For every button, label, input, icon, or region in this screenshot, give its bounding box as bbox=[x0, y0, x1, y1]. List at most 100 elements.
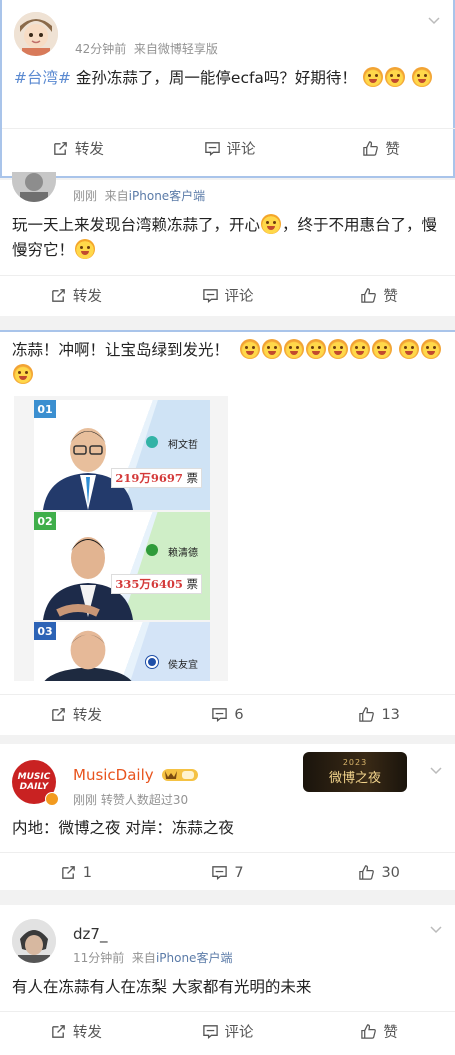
candidate-name: 侯友宜 bbox=[168, 660, 198, 671]
event-banner[interactable]: 2023 微博之夜 bbox=[303, 752, 407, 792]
banner-title: 微博之夜 bbox=[328, 771, 381, 786]
post-meta: 刚刚 转赞人数超过30 bbox=[73, 791, 188, 808]
vip-badge-icon bbox=[162, 767, 199, 783]
vote-count: 219万9697 票 bbox=[111, 468, 202, 488]
emoji-icon bbox=[327, 339, 348, 359]
emoji-icon bbox=[362, 67, 383, 87]
chevron-down-icon[interactable] bbox=[429, 764, 443, 778]
source-link[interactable]: iPhone客户端 bbox=[156, 951, 233, 965]
action-bar: 转发 评论 赞 bbox=[2, 128, 455, 168]
source-link[interactable]: iPhone客户端 bbox=[129, 189, 206, 203]
action-bar: 1 7 30 bbox=[0, 852, 455, 892]
candidate-photo bbox=[44, 630, 132, 681]
vote-count: 335万6405 票 bbox=[111, 574, 202, 594]
thumbs-up-icon bbox=[359, 707, 375, 722]
share-icon bbox=[52, 708, 65, 721]
author-name[interactable]: MusicDaily bbox=[73, 766, 154, 784]
post-time: 刚刚 bbox=[73, 793, 98, 807]
banner-year: 2023 bbox=[342, 758, 368, 767]
like-button[interactable]: 赞 bbox=[303, 1012, 455, 1051]
thumbs-up-icon bbox=[363, 141, 379, 156]
emoji-icon bbox=[305, 339, 326, 359]
chevron-down-icon[interactable] bbox=[429, 923, 443, 937]
post-2: 刚刚 来自iPhone客户端 玩一天上来发现台湾赖冻蒜了，开心 ，终于不用惠台了，… bbox=[0, 172, 455, 316]
party-badge-icon bbox=[146, 656, 158, 668]
post-time: 42分钟前 bbox=[75, 42, 127, 56]
emoji-icon bbox=[371, 339, 392, 359]
post-source: 来自微博轻享版 bbox=[133, 42, 218, 56]
topic-link[interactable]: #台湾# bbox=[14, 69, 71, 87]
emoji-icon bbox=[283, 339, 304, 359]
candidate-card: 01 柯文哲 219万9697 票 bbox=[34, 400, 210, 510]
emoji-icon bbox=[349, 339, 370, 359]
share-icon bbox=[54, 142, 67, 155]
like-button[interactable]: 30 bbox=[303, 853, 455, 892]
party-badge-icon bbox=[146, 544, 158, 556]
comment-icon bbox=[212, 708, 228, 723]
post-source: 转赞人数超过30 bbox=[100, 793, 189, 807]
avatar[interactable] bbox=[12, 919, 56, 963]
candidate-name: 赖清德 bbox=[168, 548, 198, 559]
post-meta: 42分钟前 来自微博轻享版 bbox=[75, 40, 218, 57]
thumbs-up-icon bbox=[361, 288, 377, 303]
post-meta: 刚刚 来自iPhone客户端 bbox=[73, 189, 206, 203]
action-bar: 转发 评论 赞 bbox=[0, 1011, 455, 1051]
repost-button[interactable]: 转发 bbox=[0, 695, 152, 734]
emoji-icon bbox=[398, 339, 419, 359]
avatar[interactable] bbox=[12, 172, 56, 202]
avatar[interactable] bbox=[14, 12, 58, 56]
candidate-photo bbox=[43, 428, 133, 510]
post-text: 冻蒜！冲啊！让宝岛绿到发光！ bbox=[12, 338, 442, 388]
repost-button[interactable]: 转发 bbox=[0, 276, 152, 315]
comment-icon bbox=[202, 1025, 218, 1040]
share-icon bbox=[61, 866, 75, 879]
emoji-icon bbox=[75, 239, 96, 259]
repost-button[interactable]: 转发 bbox=[2, 129, 154, 168]
comment-button[interactable]: 评论 bbox=[152, 1012, 304, 1051]
comment-button[interactable]: 6 bbox=[152, 695, 304, 734]
comment-icon bbox=[204, 142, 220, 157]
thumbs-up-icon bbox=[359, 865, 375, 880]
comment-button[interactable]: 7 bbox=[152, 853, 304, 892]
like-button[interactable]: 13 bbox=[303, 695, 455, 734]
repost-button[interactable]: 1 bbox=[0, 853, 152, 892]
author-row: MusicDaily bbox=[73, 766, 199, 784]
comment-icon bbox=[212, 866, 228, 881]
repost-button[interactable]: 转发 bbox=[0, 1012, 152, 1051]
post-5: dz7_ 11分钟前 来自iPhone客户端 有人在冻蒜有人在冻梨 大家都有光明… bbox=[0, 905, 455, 1055]
post-text: #台湾# 金孙冻蒜了，周一能停ecfa吗？好期待！ bbox=[14, 66, 444, 91]
comment-button[interactable]: 评论 bbox=[152, 276, 304, 315]
candidate-name: 柯文哲 bbox=[168, 440, 198, 451]
like-button[interactable]: 赞 bbox=[305, 129, 455, 168]
share-icon bbox=[52, 1025, 65, 1038]
author-name[interactable]: dz7_ bbox=[73, 925, 107, 943]
post-text: 有人在冻蒜有人在冻梨 大家都有光明的未来 bbox=[12, 978, 312, 996]
emoji-icon bbox=[13, 364, 33, 384]
post-time: 11分钟前 bbox=[73, 951, 125, 965]
post-time: 刚刚 bbox=[73, 189, 98, 203]
emoji-icon bbox=[420, 339, 441, 359]
action-bar: 转发 6 13 bbox=[0, 694, 455, 734]
action-bar: 转发 评论 赞 bbox=[0, 275, 455, 315]
comment-button[interactable]: 评论 bbox=[154, 129, 306, 168]
emoji-icon bbox=[261, 214, 282, 234]
thumbs-up-icon bbox=[361, 1024, 377, 1039]
candidate-card: 02 赖清德 335万6405 票 bbox=[34, 512, 210, 620]
comment-icon bbox=[202, 289, 218, 304]
candidate-card: 03 侯友宜 bbox=[34, 622, 210, 681]
party-badge-icon bbox=[146, 436, 158, 448]
emoji-icon bbox=[239, 339, 260, 359]
chevron-down-icon[interactable] bbox=[427, 14, 441, 28]
post-1: 42分钟前 来自微博轻享版 #台湾# 金孙冻蒜了，周一能停ecfa吗？好期待！ … bbox=[0, 0, 455, 178]
candidate-photo bbox=[43, 537, 133, 620]
post-text: 玩一天上来发现台湾赖冻蒜了，开心 ，终于不用惠台了，慢慢穷它！ bbox=[12, 214, 438, 259]
emoji-icon bbox=[384, 67, 405, 87]
verified-badge-icon bbox=[45, 792, 59, 806]
like-button[interactable]: 赞 bbox=[303, 276, 455, 315]
election-result-image[interactable]: 01 柯文哲 219万9697 票 02 赖清德 335万6405 票 03 侯… bbox=[14, 396, 228, 681]
post-text: 内地：微博之夜 对岸：冻蒜之夜 bbox=[12, 819, 234, 837]
emoji-icon bbox=[411, 67, 432, 87]
emoji-icon bbox=[261, 339, 282, 359]
share-icon bbox=[52, 289, 65, 302]
post-meta: 11分钟前 来自iPhone客户端 bbox=[73, 951, 233, 965]
